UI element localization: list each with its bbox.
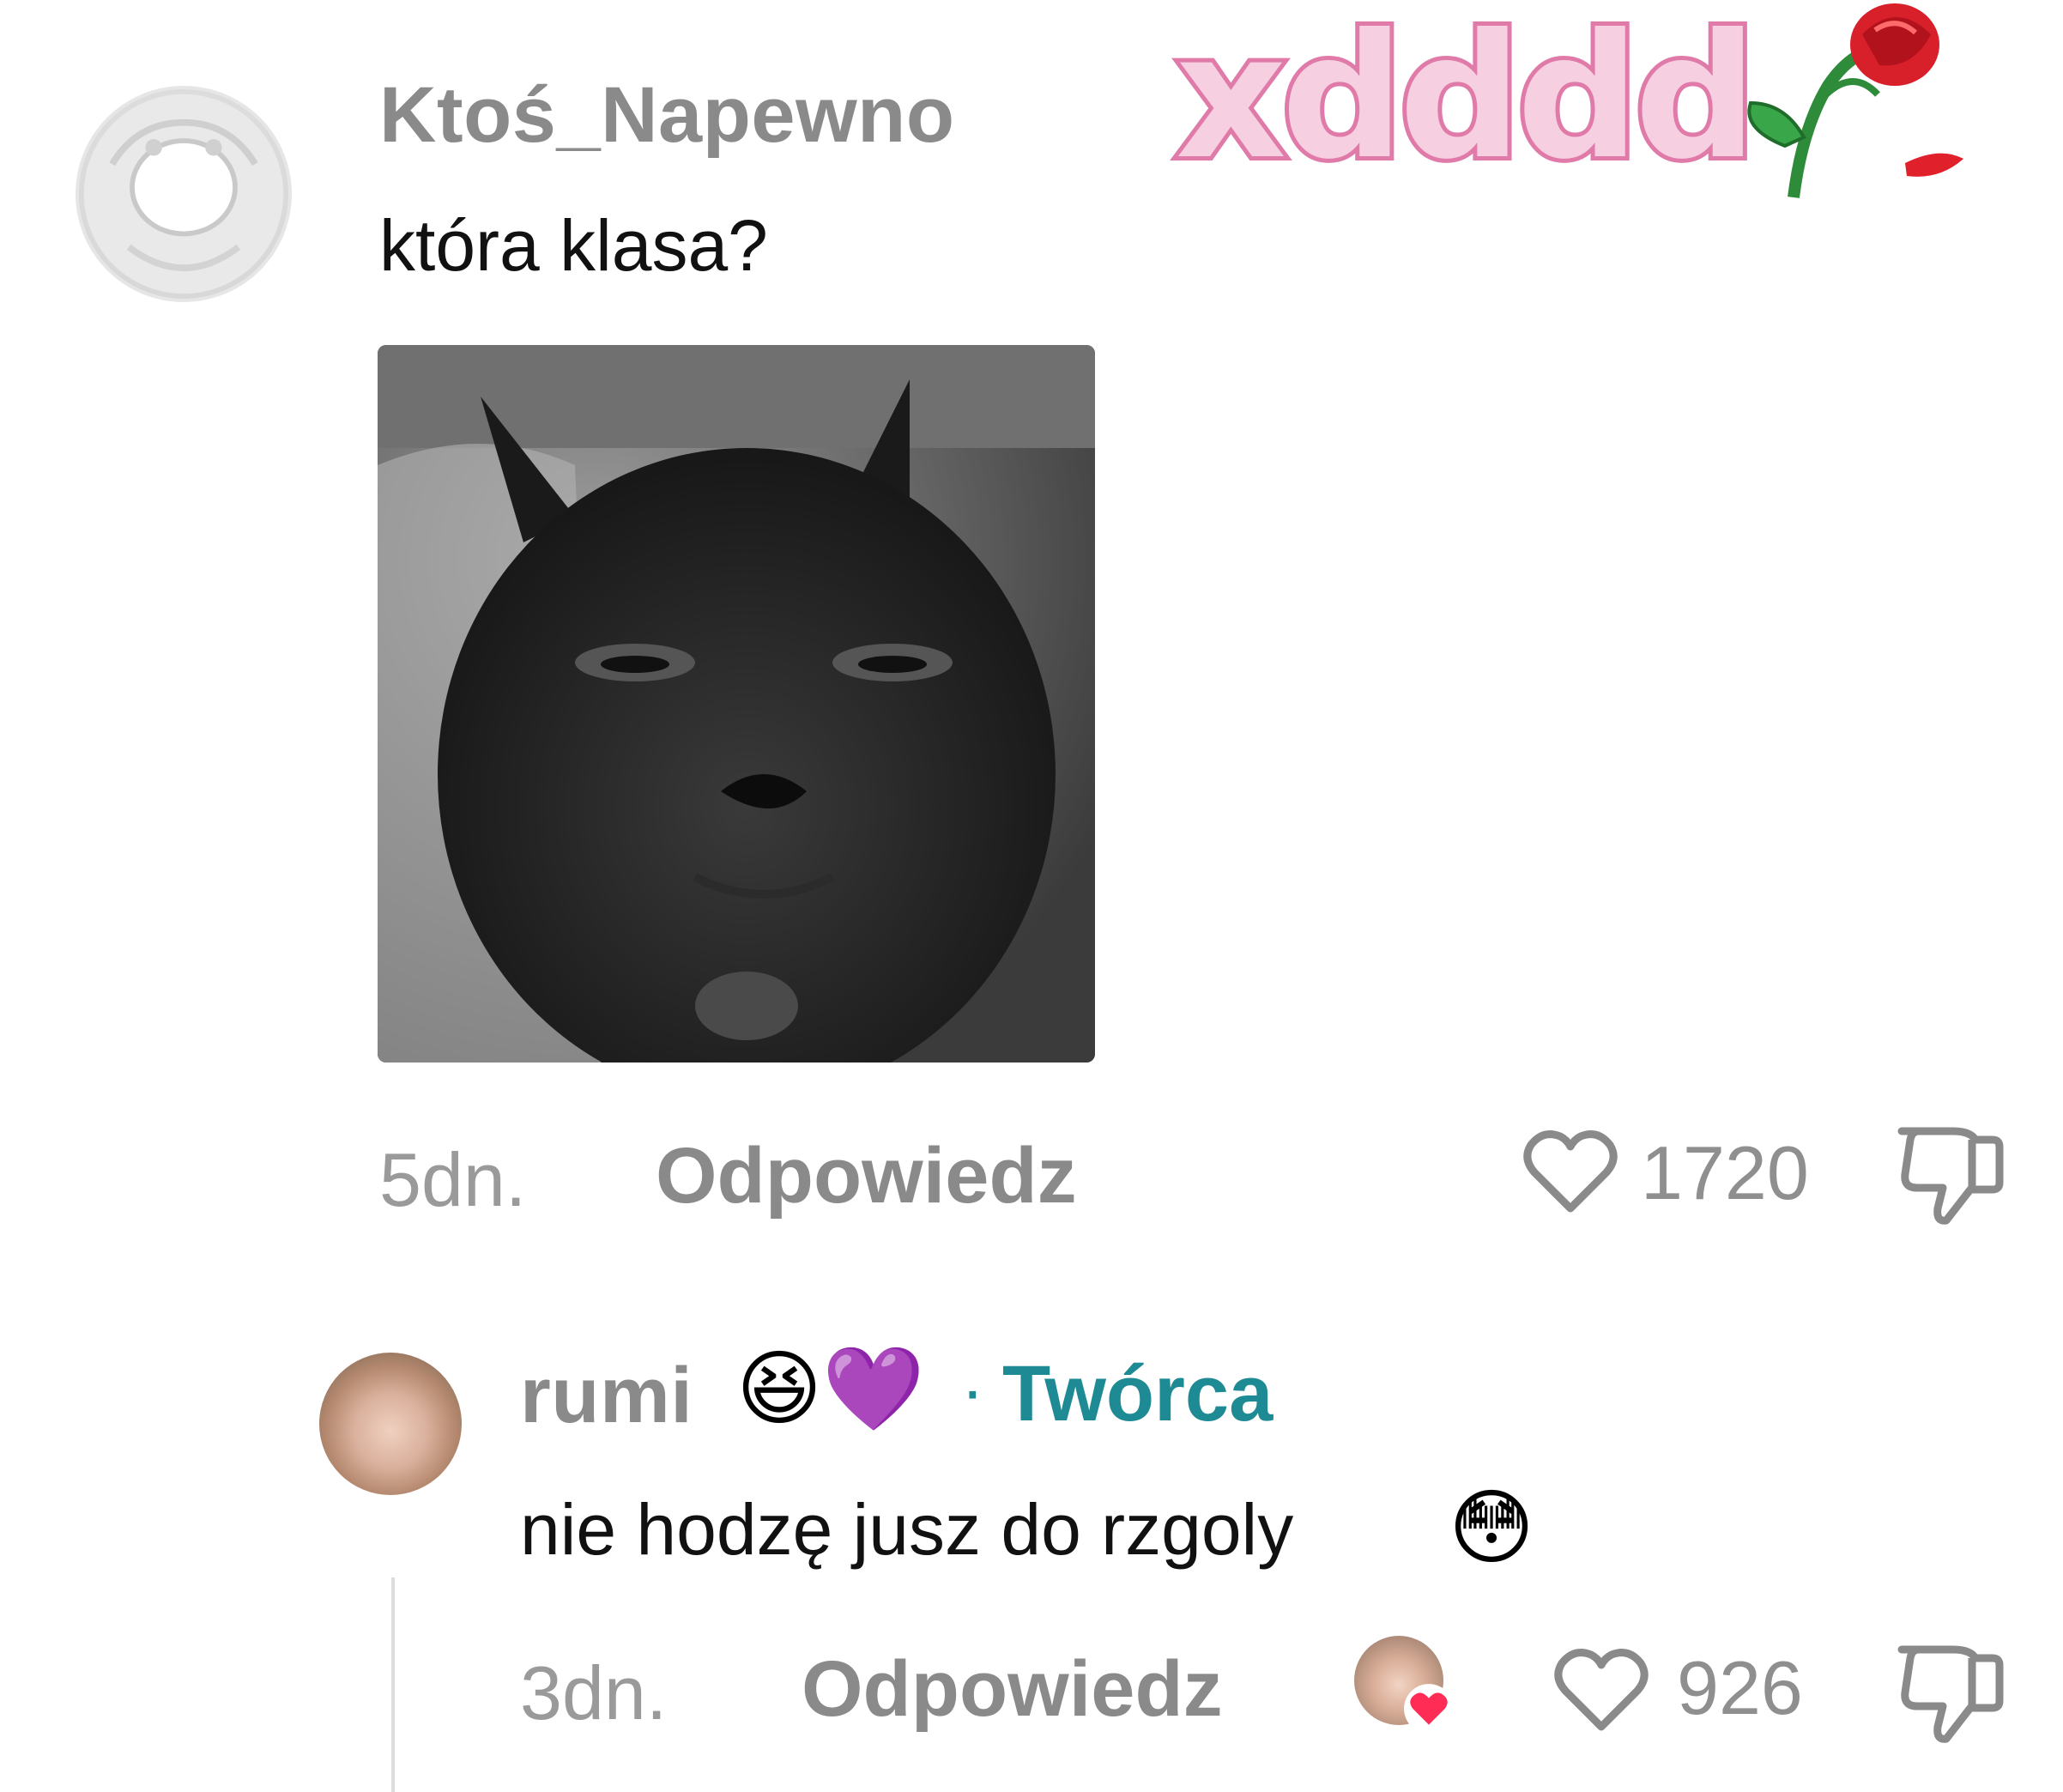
reply-like-heart-icon[interactable] [1550, 1638, 1653, 1741]
rose-icon [1725, 0, 1982, 206]
reply-reply-button[interactable]: Odpowiedz [802, 1644, 1223, 1734]
reply-dislike-icon[interactable] [1893, 1632, 2005, 1744]
reply-text: nie hodzę jusz do rzgoly [520, 1489, 1294, 1570]
flushed-emoji: 😳 [1449, 1482, 1535, 1574]
username-emojis: 😆💜 [736, 1343, 925, 1435]
creator-badge: Twórca [1002, 1350, 1273, 1438]
heart-badge-icon [1404, 1684, 1454, 1734]
thread-line [391, 1577, 395, 1792]
default-avatar-icon [83, 94, 284, 294]
comment-text: która klasa? [379, 205, 768, 286]
reply-like-count: 926 [1677, 1645, 1803, 1730]
comment-time: 5dn. [379, 1137, 527, 1222]
xdddd-sticker: xdddd [1171, 0, 1762, 197]
reply-time: 3dn. [520, 1650, 668, 1735]
reply-username[interactable]: rumi [520, 1351, 693, 1441]
like-count: 1720 [1641, 1130, 1809, 1215]
cat-meme-image[interactable] [378, 345, 1095, 1062]
like-heart-icon[interactable] [1519, 1119, 1622, 1222]
cat-face-icon [378, 345, 1095, 1062]
creator-liked-avatar [1354, 1636, 1454, 1735]
reply-button[interactable]: Odpowiedz [656, 1131, 1077, 1221]
separator-dot: · [961, 1352, 984, 1428]
creator-avatar[interactable] [319, 1353, 462, 1495]
comment-username[interactable]: Ktoś_Napewno [379, 70, 955, 160]
dislike-icon[interactable] [1893, 1114, 2005, 1226]
default-avatar[interactable] [76, 86, 292, 302]
